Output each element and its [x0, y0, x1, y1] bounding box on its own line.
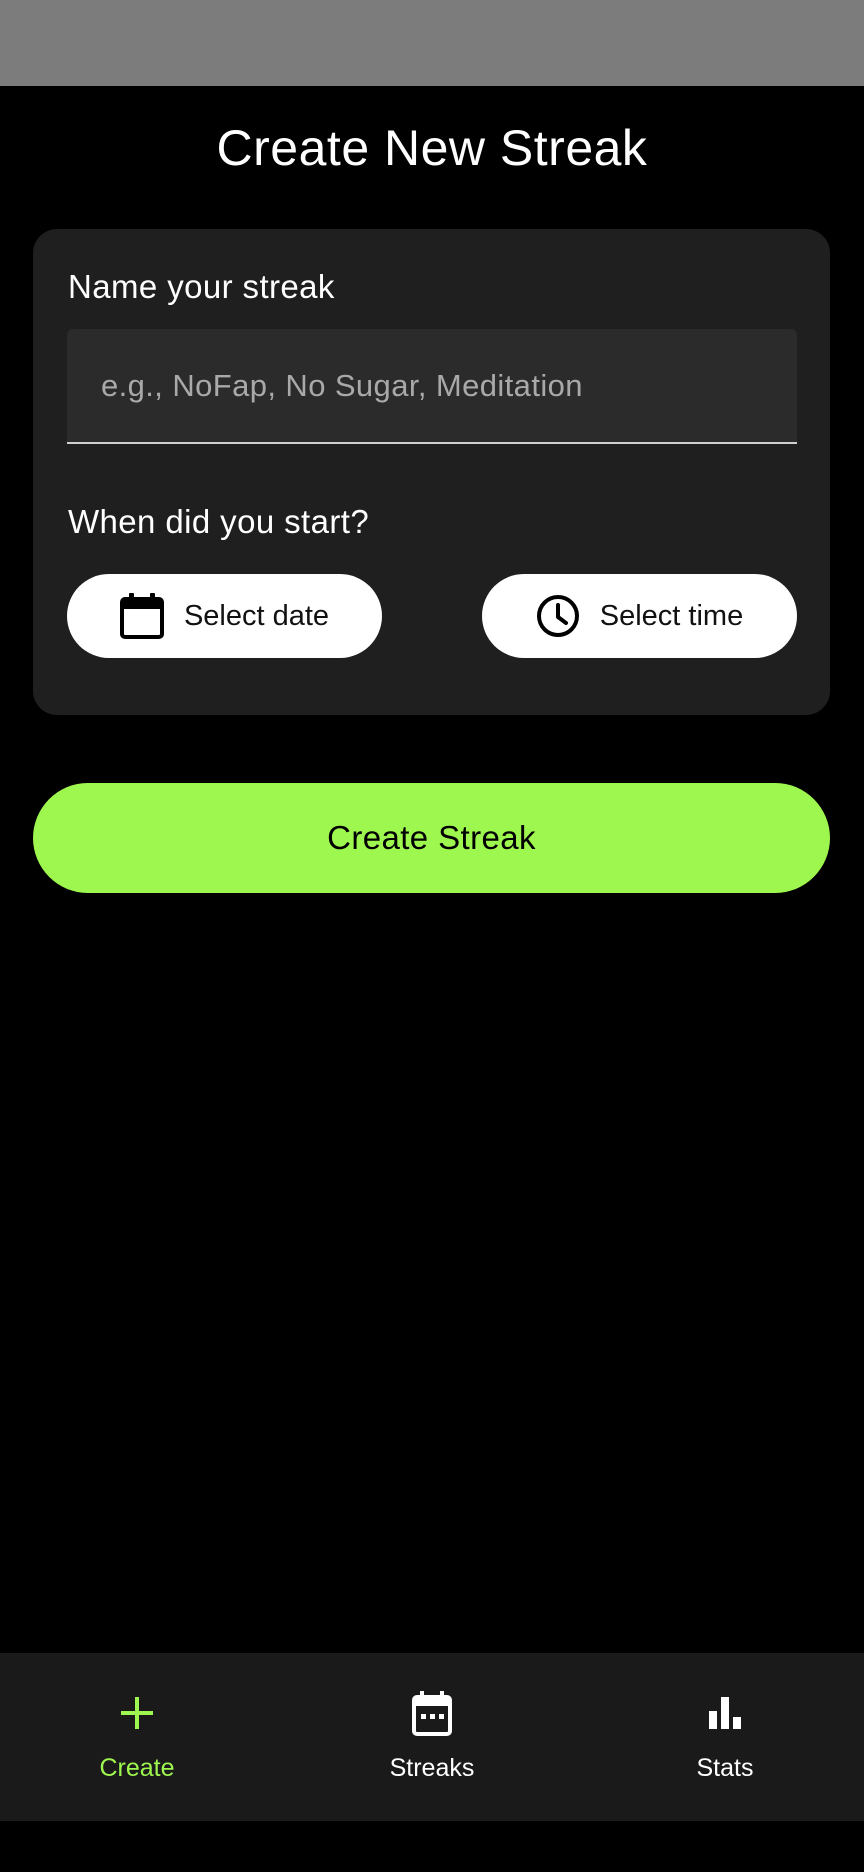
create-streak-button[interactable]: Create Streak: [33, 783, 830, 893]
calendar-icon: [119, 593, 164, 639]
status-bar: [0, 0, 864, 86]
clock-icon: [536, 594, 580, 638]
select-date-button[interactable]: Select date: [67, 574, 382, 658]
streak-name-field: [67, 329, 797, 444]
select-time-button[interactable]: Select time: [482, 574, 797, 658]
create-streak-label: Create Streak: [327, 819, 536, 856]
select-date-label: Select date: [183, 600, 330, 632]
nav-label-stats: Stats: [696, 1754, 754, 1782]
nav-label-streaks: Streaks: [389, 1754, 475, 1782]
create-streak-screen: Create New Streak Name your streak When …: [0, 0, 864, 1872]
start-field-label: When did you start?: [68, 503, 370, 540]
nav-label-create: Create: [99, 1754, 175, 1782]
nav-item-stats[interactable]: Stats: [625, 1653, 825, 1821]
system-gesture-area: [0, 1821, 864, 1872]
bottom-navigation: Create Streaks Stats: [0, 1653, 864, 1821]
plus-icon: [37, 1688, 237, 1738]
streak-form-card: Name your streak When did you start? Sel…: [33, 229, 830, 715]
name-field-label: Name your streak: [68, 268, 335, 305]
select-time-label: Select time: [599, 600, 744, 632]
page-title: Create New Streak: [216, 120, 648, 176]
nav-item-streaks[interactable]: Streaks: [332, 1653, 532, 1821]
nav-item-create[interactable]: Create: [37, 1653, 237, 1821]
calendar-icon: [332, 1688, 532, 1738]
bar-chart-icon: [625, 1688, 825, 1738]
streak-name-input[interactable]: [67, 329, 797, 442]
